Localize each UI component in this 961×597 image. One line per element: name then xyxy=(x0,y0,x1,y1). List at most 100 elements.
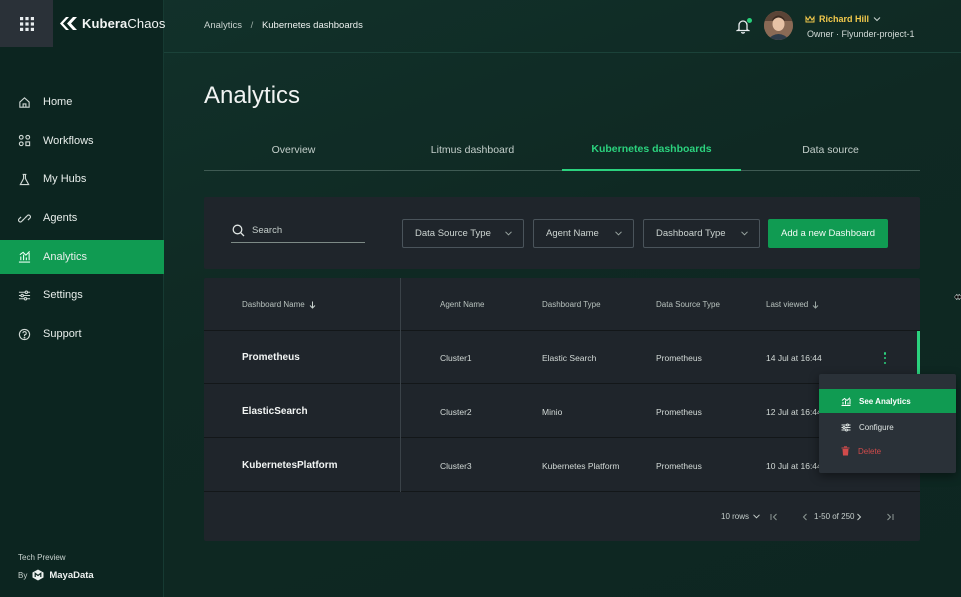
breadcrumb-root-link[interactable]: Analytics xyxy=(204,20,242,31)
dashboard-type: Elastic Search xyxy=(542,352,597,363)
vendor-credit: By MayaData xyxy=(18,569,94,581)
sidebar-item-label: Support xyxy=(43,328,82,341)
dropdown-label: Agent Name xyxy=(546,228,599,239)
trash-icon xyxy=(841,446,850,456)
column-header-label: Dashboard Name xyxy=(242,300,305,309)
table-row[interactable]: Prometheus Cluster1 Elastic Search Prome… xyxy=(204,331,920,384)
add-dashboard-button[interactable]: Add a new Dashboard xyxy=(768,219,888,248)
vendor-name: MayaData xyxy=(49,569,94,581)
page-range: 1-50 of 250 xyxy=(814,512,855,521)
menu-item-label: See Analytics xyxy=(859,396,911,406)
search-input[interactable]: Search xyxy=(231,218,365,243)
last-viewed: 10 Jul at 16:44 xyxy=(766,460,822,471)
breadcrumb: Analytics / Kubernetes dashboards xyxy=(204,20,363,31)
top-header: Analytics / Kubernetes dashboards Richar… xyxy=(164,0,961,53)
column-header-last-viewed[interactable]: Last viewed xyxy=(766,278,819,331)
agent-name-dropdown[interactable]: Agent Name xyxy=(533,219,634,248)
tab-litmus-dashboard[interactable]: Litmus dashboard xyxy=(383,129,562,171)
tab-data-source[interactable]: Data source xyxy=(741,129,920,171)
search-placeholder: Search xyxy=(252,224,283,236)
menu-item-label: Configure xyxy=(859,422,894,432)
grid-icon xyxy=(19,16,34,31)
sort-arrow-down-icon xyxy=(309,301,316,309)
dashboard-type-dropdown[interactable]: Dashboard Type xyxy=(643,219,760,248)
sidebar-item-analytics[interactable]: Analytics xyxy=(0,239,164,274)
brand-logo[interactable]: KuberaChaos xyxy=(60,16,165,31)
sort-arrow-down-icon xyxy=(812,301,819,309)
column-header-dashboard-name[interactable]: Dashboard Name xyxy=(242,278,316,331)
menu-item-label: Delete xyxy=(858,446,882,456)
breadcrumb-current: Kubernetes dashboards xyxy=(261,20,363,31)
chevron-down-icon xyxy=(505,231,512,236)
data-source-type-dropdown[interactable]: Data Source Type xyxy=(402,219,524,248)
sidebar-item-label: Analytics xyxy=(43,250,88,263)
sidebar-item-my-hubs[interactable]: My Hubs xyxy=(0,162,164,196)
agents-icon xyxy=(18,214,31,223)
row-options-kebab-icon[interactable] xyxy=(880,350,890,366)
sidebar-item-home[interactable]: Home xyxy=(0,85,164,119)
previous-page-icon[interactable] xyxy=(802,492,808,541)
configure-menu-item[interactable]: Configure xyxy=(819,415,956,439)
next-page-icon[interactable] xyxy=(856,492,862,541)
settings-icon xyxy=(18,290,31,301)
delete-menu-item[interactable]: Delete xyxy=(819,439,956,463)
mouse-cursor-icon xyxy=(954,293,961,301)
sidebar-item-label: Workflows xyxy=(43,134,94,147)
sidebar-item-label: Home xyxy=(43,96,73,108)
avatar[interactable] xyxy=(764,11,793,40)
analytics-icon xyxy=(18,251,31,263)
sidebar-item-label: Agents xyxy=(43,212,78,225)
column-header-agent-name: Agent Name xyxy=(440,300,485,309)
support-icon xyxy=(18,328,31,340)
agent-name: Cluster1 xyxy=(440,352,472,363)
first-page-icon[interactable] xyxy=(770,492,778,541)
column-header-label: Last viewed xyxy=(766,300,809,309)
sidebar-item-support[interactable]: Support xyxy=(0,317,164,351)
sidebar-item-settings[interactable]: Settings xyxy=(0,278,164,312)
chevron-down-icon xyxy=(615,231,622,236)
table-pagination: 10 rows 1-50 of 250 xyxy=(204,492,920,541)
sidebar-item-agents[interactable]: Agents xyxy=(0,201,164,235)
user-menu-toggle[interactable]: Richard Hill xyxy=(805,14,881,24)
filter-bar: Search Data Source Type Agent Name Dashb… xyxy=(204,197,920,269)
by-label: By xyxy=(18,570,28,580)
chevron-down-icon xyxy=(873,17,881,22)
agent-name: Cluster2 xyxy=(440,406,472,417)
mayadata-logo-icon xyxy=(32,569,44,581)
dashboard-name: Prometheus xyxy=(242,352,300,363)
table-row[interactable]: KubernetesPlatform Cluster3 Kubernetes P… xyxy=(204,439,920,492)
data-source-type: Prometheus xyxy=(656,460,702,471)
data-source-type: Prometheus xyxy=(656,352,702,363)
sidebar-item-workflows[interactable]: Workflows xyxy=(0,124,164,158)
page-title: Analytics xyxy=(204,82,301,109)
sidebar-item-label: My Hubs xyxy=(43,173,87,186)
agent-name: Cluster3 xyxy=(440,460,472,471)
tech-preview-label: Tech Preview xyxy=(18,553,66,562)
last-viewed: 14 Jul at 16:44 xyxy=(766,352,822,363)
dropdown-label: Data Source Type xyxy=(415,228,491,239)
dashboard-name: ElasticSearch xyxy=(242,406,308,417)
sidebar-item-label: Settings xyxy=(43,289,83,302)
home-icon xyxy=(19,96,30,108)
analytics-icon xyxy=(841,396,851,406)
settings-icon xyxy=(841,423,851,431)
analytics-tabs: Overview Litmus dashboard Kubernetes das… xyxy=(204,129,920,171)
chevron-down-icon xyxy=(741,231,748,236)
tab-kubernetes-dashboards[interactable]: Kubernetes dashboards xyxy=(562,128,741,171)
notification-badge xyxy=(747,18,752,23)
dashboards-table: Dashboard Name Agent Name Dashboard Type… xyxy=(204,278,920,541)
user-role: Owner · Flyunder-project-1 xyxy=(807,29,915,39)
sidebar-nav: Home Workflows My Hubs Agents Analytics … xyxy=(0,85,164,356)
brand-name: KuberaChaos xyxy=(82,16,166,31)
table-row[interactable]: ElasticSearch Cluster2 Minio Prometheus … xyxy=(204,385,920,438)
app-window: KuberaChaos Home Workflows My Hubs Agent… xyxy=(0,0,961,597)
tab-overview[interactable]: Overview xyxy=(204,129,383,171)
dashboard-name: KubernetesPlatform xyxy=(242,460,338,471)
last-page-icon[interactable] xyxy=(886,492,894,541)
app-launcher-button[interactable] xyxy=(0,0,53,47)
see-analytics-menu-item[interactable]: See Analytics xyxy=(819,389,956,413)
sidebar: KuberaChaos Home Workflows My Hubs Agent… xyxy=(0,0,165,597)
dropdown-label: Dashboard Type xyxy=(656,228,726,239)
search-icon xyxy=(232,224,245,236)
rows-per-page-select[interactable]: 10 rows xyxy=(721,492,760,541)
